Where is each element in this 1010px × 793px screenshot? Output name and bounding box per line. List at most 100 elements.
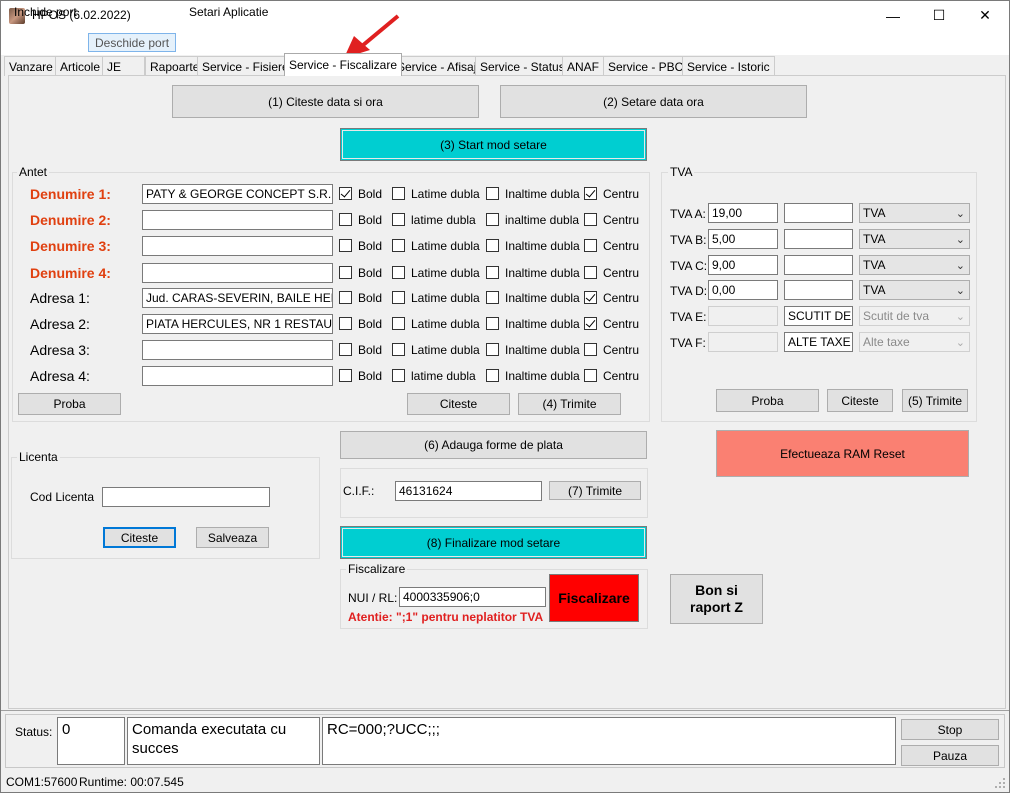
maximize-button[interactable]: ☐ [916, 1, 962, 30]
license-citeste-button[interactable]: Citeste [103, 527, 176, 548]
antet-row-input[interactable]: PIATA HERCULES, NR 1 RESTAURA [142, 314, 333, 334]
center-checkbox[interactable] [584, 369, 597, 382]
bold-label: Bold [358, 266, 383, 280]
double-height-label: Inaltime dubla [505, 291, 580, 305]
double-height-checkbox[interactable] [486, 343, 499, 356]
tab-anaf[interactable]: ANAF [562, 56, 605, 76]
center-checkbox[interactable] [584, 317, 597, 330]
cif-trimite-button[interactable]: (7) Trimite [549, 481, 641, 500]
tva-citeste-button[interactable]: Citeste [827, 389, 893, 412]
double-height-checkbox[interactable] [486, 369, 499, 382]
resize-grip-icon[interactable] [994, 777, 1006, 789]
double-width-label: Latime dubla [411, 291, 480, 305]
double-width-checkbox[interactable] [392, 213, 405, 226]
license-save-button[interactable]: Salveaza [196, 527, 269, 548]
bold-checkbox[interactable] [339, 213, 352, 226]
tab-vanzare[interactable]: Vanzare [4, 56, 58, 76]
double-width-checkbox[interactable] [392, 187, 405, 200]
double-height-label: Inaltime dubla [505, 343, 580, 357]
menu-settings[interactable]: Setari Aplicatie [183, 3, 274, 22]
tva-name-input[interactable] [784, 203, 853, 223]
antet-row-input[interactable] [142, 210, 333, 230]
double-width-checkbox[interactable] [392, 266, 405, 279]
tab-service-fiscalizare[interactable]: Service - Fiscalizare [284, 53, 403, 76]
tva-rate-input[interactable]: 9,00 [708, 255, 778, 275]
tva-name-input[interactable] [784, 229, 853, 249]
center-checkbox[interactable] [584, 213, 597, 226]
antet-row-input[interactable]: PATY & GEORGE CONCEPT S.R.L. [142, 184, 333, 204]
double-height-checkbox[interactable] [486, 291, 499, 304]
start-setup-button[interactable]: (3) Start mod setare [340, 128, 647, 161]
cif-input[interactable]: 46131624 [395, 481, 542, 501]
bold-checkbox[interactable] [339, 343, 352, 356]
bold-checkbox[interactable] [339, 239, 352, 252]
antet-row-input[interactable] [142, 366, 333, 386]
antet-row-input[interactable] [142, 340, 333, 360]
tva-type-select[interactable]: TVA ⌄ [859, 229, 970, 249]
antet-row-input[interactable] [142, 236, 333, 256]
antet-proba-button[interactable]: Proba [18, 393, 121, 415]
tva-rate-input[interactable]: 19,00 [708, 203, 778, 223]
bold-checkbox[interactable] [339, 369, 352, 382]
center-checkbox[interactable] [584, 291, 597, 304]
tva-type-select[interactable]: TVA ⌄ [859, 280, 970, 300]
ram-reset-button[interactable]: Efectueaza RAM Reset [716, 430, 969, 477]
pause-button[interactable]: Pauza [901, 745, 999, 766]
antet-row-input[interactable]: Jud. CARAS-SEVERIN, BAILE HERCU [142, 288, 333, 308]
tab-service-status[interactable]: Service - Status [475, 56, 570, 76]
menu-open-port[interactable]: Deschide port [88, 33, 177, 52]
antet-row-input[interactable] [142, 263, 333, 283]
tab-rapoarte[interactable]: Rapoarte [145, 56, 205, 76]
tva-trimite-button[interactable]: (5) Trimite [902, 389, 968, 412]
tab-service-afisaj[interactable]: Service - Afisaj [392, 56, 482, 76]
menu-close-port[interactable]: Inchide port [8, 3, 83, 22]
bold-checkbox[interactable] [339, 317, 352, 330]
bold-checkbox[interactable] [339, 187, 352, 200]
center-checkbox[interactable] [584, 187, 597, 200]
nui-input[interactable]: 4000335906;0 [399, 587, 546, 607]
bold-checkbox[interactable] [339, 266, 352, 279]
tab-articole[interactable]: Articole [55, 56, 106, 76]
tva-name-input[interactable]: SCUTIT DE T [784, 306, 853, 326]
read-datetime-button[interactable]: (1) Citeste data si ora [172, 85, 479, 118]
set-datetime-button[interactable]: (2) Setare data ora [500, 85, 807, 118]
double-height-checkbox[interactable] [486, 266, 499, 279]
stop-button[interactable]: Stop [901, 719, 999, 740]
tab-service-fisiere[interactable]: Service - Fisiere [197, 56, 294, 76]
minimize-button[interactable]: — [870, 1, 916, 30]
tab-service-pbc[interactable]: Service - PBC [603, 56, 689, 76]
tva-rate-input[interactable]: 5,00 [708, 229, 778, 249]
fiscalizare-button[interactable]: Fiscalizare [549, 574, 639, 622]
bold-checkbox[interactable] [339, 291, 352, 304]
double-width-checkbox[interactable] [392, 369, 405, 382]
tab-je[interactable]: JE [102, 56, 145, 76]
center-checkbox[interactable] [584, 343, 597, 356]
tab-service-istoric[interactable]: Service - Istoric [682, 56, 775, 76]
bon-raport-z-button[interactable]: Bon si raport Z [670, 574, 763, 624]
double-height-checkbox[interactable] [486, 317, 499, 330]
finish-setup-button[interactable]: (8) Finalizare mod setare [340, 526, 647, 559]
tva-name-input[interactable] [784, 280, 853, 300]
tva-name-input[interactable] [784, 255, 853, 275]
close-button[interactable]: ✕ [962, 1, 1008, 30]
double-width-checkbox[interactable] [392, 317, 405, 330]
double-height-checkbox[interactable] [486, 187, 499, 200]
double-width-checkbox[interactable] [392, 291, 405, 304]
tva-proba-button[interactable]: Proba [716, 389, 819, 412]
license-code-input[interactable] [102, 487, 270, 507]
tva-type-select[interactable]: TVA ⌄ [859, 203, 970, 223]
tva-name-input[interactable]: ALTE TAXE [784, 332, 853, 352]
double-height-checkbox[interactable] [486, 213, 499, 226]
tva-rate-input[interactable]: 0,00 [708, 280, 778, 300]
double-height-checkbox[interactable] [486, 239, 499, 252]
tva-type-select[interactable]: TVA ⌄ [859, 255, 970, 275]
port-info: COM1:57600 [6, 775, 78, 789]
tva-label: TVA D: [670, 284, 708, 298]
double-width-checkbox[interactable] [392, 343, 405, 356]
antet-trimite-button[interactable]: (4) Trimite [518, 393, 621, 415]
double-width-checkbox[interactable] [392, 239, 405, 252]
center-checkbox[interactable] [584, 266, 597, 279]
add-payment-forms-button[interactable]: (6) Adauga forme de plata [340, 431, 647, 459]
center-checkbox[interactable] [584, 239, 597, 252]
antet-citeste-button[interactable]: Citeste [407, 393, 510, 415]
